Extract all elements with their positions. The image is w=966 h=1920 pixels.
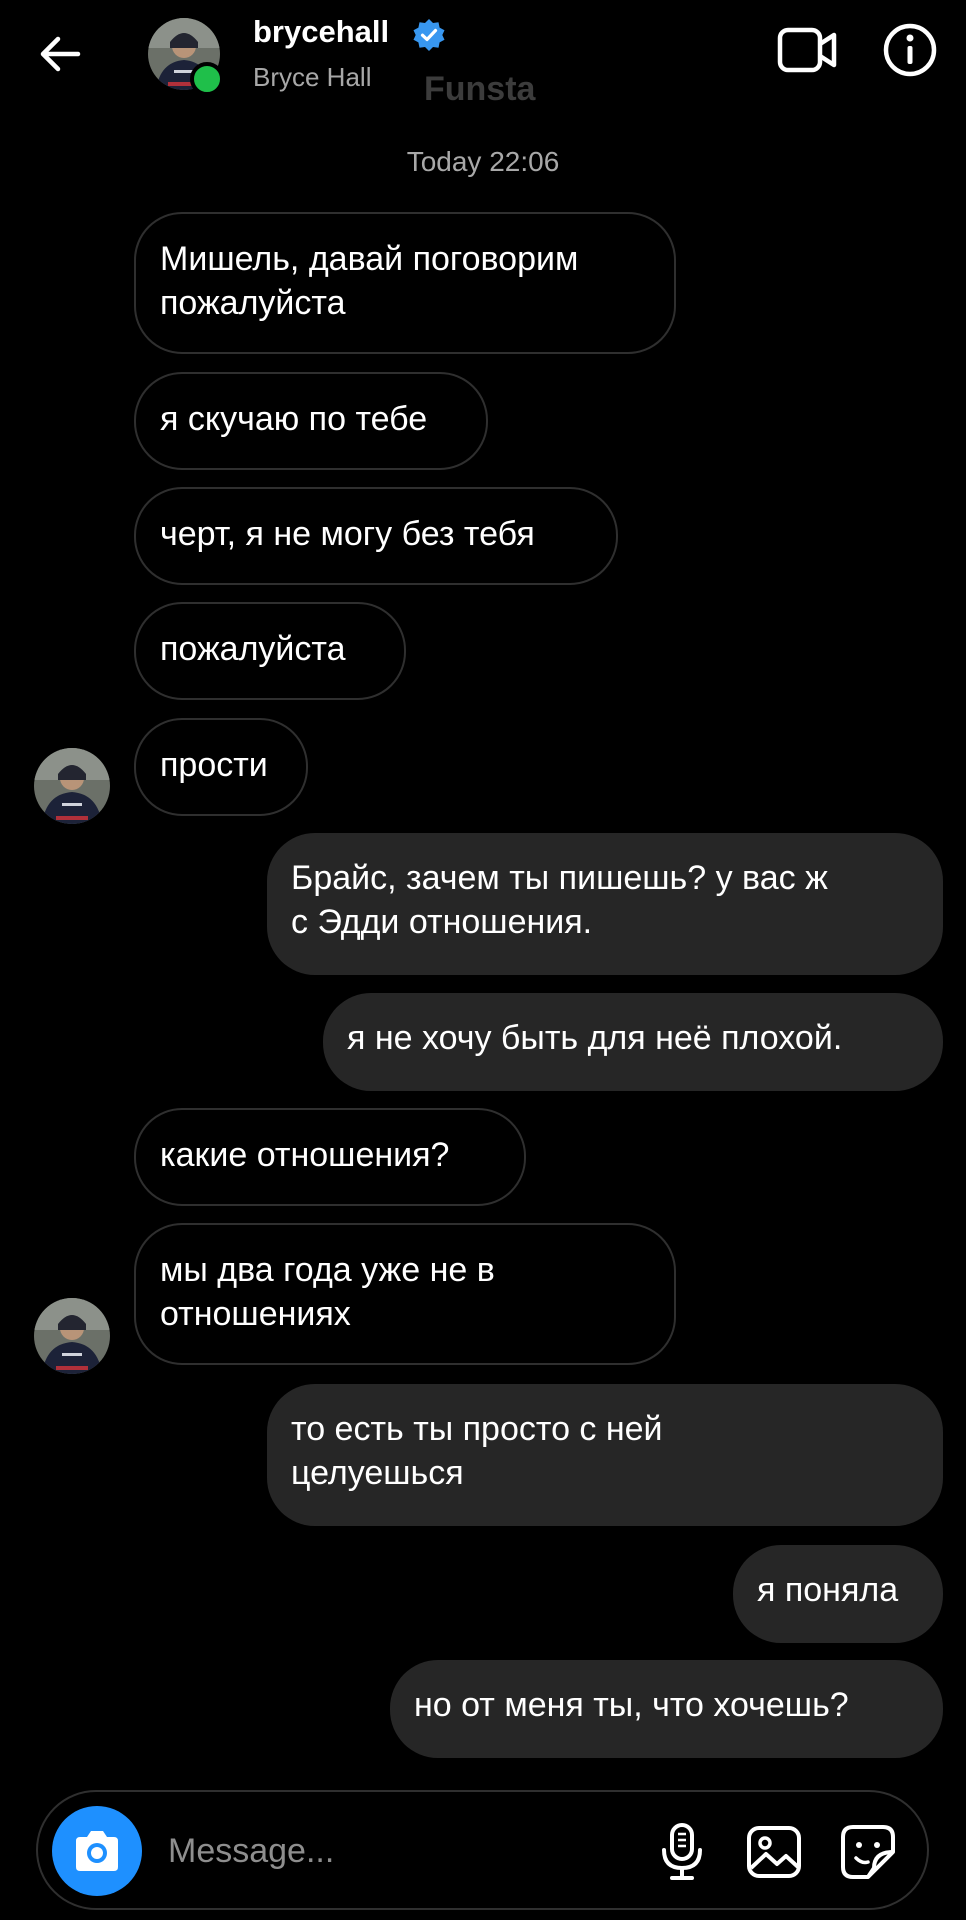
online-status-dot xyxy=(190,62,224,96)
outgoing-message[interactable]: я поняла xyxy=(733,1545,943,1643)
outgoing-message[interactable]: но от меня ты, что хочешь? xyxy=(390,1660,943,1758)
arrow-left-icon xyxy=(40,36,81,72)
microphone-icon xyxy=(662,1823,702,1880)
voice-message-button[interactable] xyxy=(654,1822,710,1882)
verified-badge-icon xyxy=(413,19,445,51)
info-icon xyxy=(883,23,937,77)
video-camera-icon xyxy=(777,27,837,73)
incoming-message[interactable]: какие отношения? xyxy=(134,1108,526,1206)
image-icon xyxy=(747,1826,801,1878)
outgoing-message[interactable]: Брайс, зачем ты пишешь? у вас ж с Эдди о… xyxy=(267,833,943,975)
back-button[interactable] xyxy=(28,22,92,86)
chat-header: brycehall Bryce Hall Funsta xyxy=(0,0,966,150)
sticker-button[interactable] xyxy=(838,1822,898,1882)
sender-avatar[interactable] xyxy=(34,1298,110,1374)
sticker-icon xyxy=(841,1825,895,1879)
sender-avatar[interactable] xyxy=(34,748,110,824)
camera-icon xyxy=(76,1831,118,1871)
incoming-message[interactable]: я скучаю по тебе xyxy=(134,372,488,470)
camera-button[interactable] xyxy=(52,1806,142,1896)
chat-fullname: Bryce Hall xyxy=(253,62,372,92)
incoming-message[interactable]: Мишель, давай поговорим пожалуйста xyxy=(134,212,676,354)
incoming-message[interactable]: пожалуйста xyxy=(134,602,406,700)
video-call-button[interactable] xyxy=(776,22,840,78)
info-button[interactable] xyxy=(882,22,938,78)
funsta-overlay-label: Funsta xyxy=(424,70,536,108)
gallery-button[interactable] xyxy=(744,1822,804,1882)
chat-username[interactable]: brycehall xyxy=(253,14,389,50)
outgoing-message[interactable]: то есть ты просто с ней целуешься xyxy=(267,1384,943,1526)
message-input[interactable] xyxy=(166,1820,530,1882)
outgoing-message[interactable]: я не хочу быть для неё плохой. xyxy=(323,993,943,1091)
incoming-message[interactable]: черт, я не могу без тебя xyxy=(134,487,618,585)
incoming-message[interactable]: мы два года уже не в отношениях xyxy=(134,1223,676,1365)
incoming-message[interactable]: прости xyxy=(134,718,308,816)
thread-timestamp: Today 22:06 xyxy=(406,146,560,177)
message-composer xyxy=(36,1790,929,1910)
